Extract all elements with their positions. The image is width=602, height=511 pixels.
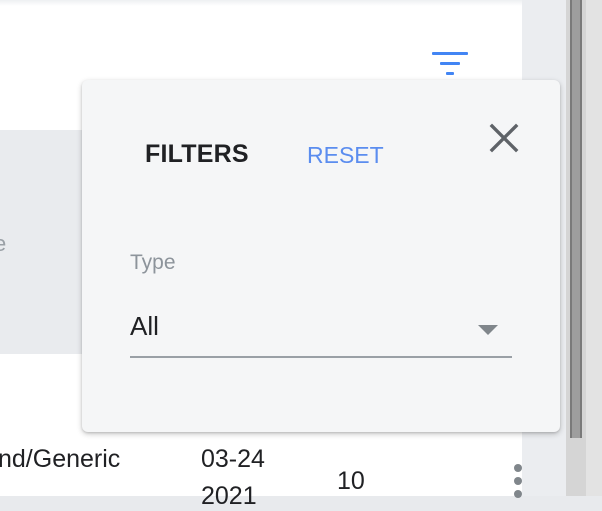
dropdown-arrow-icon: [478, 325, 498, 335]
row-type-cell: nd/Generic: [0, 445, 121, 473]
reset-button[interactable]: RESET: [307, 142, 384, 169]
filter-list-icon[interactable]: [430, 52, 470, 82]
table-header-band: [0, 130, 90, 354]
top-divider: [0, 0, 522, 6]
row-count-cell: 10: [337, 467, 365, 495]
window-edge: [586, 0, 602, 496]
type-field-label: Type: [130, 251, 176, 274]
type-select[interactable]: All: [130, 304, 512, 358]
filters-title: FILTERS: [145, 140, 249, 168]
filter-panel: FILTERS RESET Type All: [82, 80, 560, 432]
type-select-value: All: [130, 311, 159, 341]
row-year-cell: 2021: [201, 482, 257, 510]
clipped-header-text: e: [0, 231, 7, 256]
scrollbar-thumb[interactable]: [570, 0, 582, 438]
close-icon[interactable]: [484, 118, 524, 158]
row-date-cell: 03-24: [201, 445, 265, 473]
